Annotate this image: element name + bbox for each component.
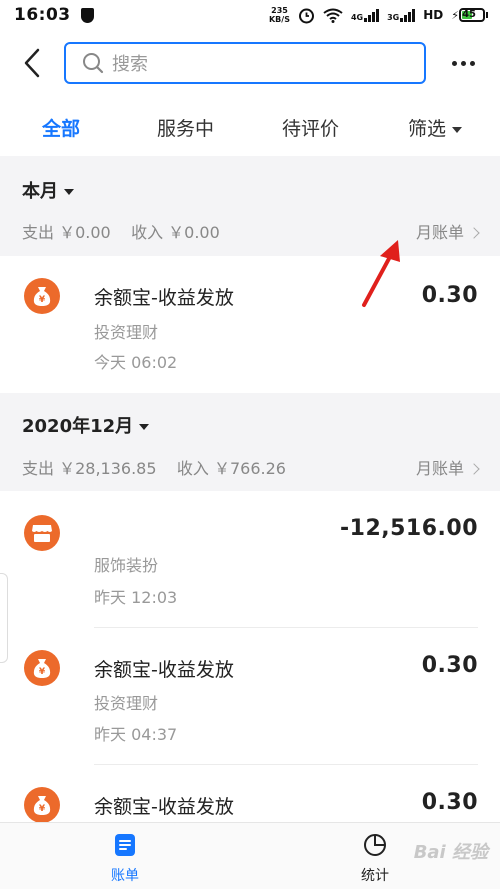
income-total: 收入 ￥0.00: [131, 223, 220, 242]
expense-total: 支出 ￥0.00: [22, 223, 111, 242]
more-menu-button[interactable]: [426, 30, 500, 96]
status-indicators: 235 KB/S 4G 3G HD ⚡ 45: [269, 6, 488, 24]
search-icon: [83, 53, 104, 74]
month-selector[interactable]: 2020年12月: [22, 412, 150, 438]
side-drawer-handle[interactable]: [0, 573, 8, 663]
status-bar: 16:03 235 KB/S 4G 3G HD ⚡ 45: [0, 0, 500, 30]
monthly-bill-label: 月账单: [415, 223, 464, 242]
search-placeholder: 搜索: [112, 54, 148, 75]
signal-3g: 3G: [387, 8, 416, 22]
watermark: Bai 经验: [413, 842, 488, 863]
more-dot-icon: [451, 60, 457, 66]
monthly-bill-label: 月账单: [415, 459, 464, 478]
svg-text:¥: ¥: [39, 667, 46, 677]
store-icon: [24, 515, 60, 551]
monthly-bill-link[interactable]: 月账单: [415, 219, 480, 243]
nav-bills[interactable]: 账单: [95, 833, 155, 885]
transaction-category: 投资理财: [94, 694, 159, 713]
back-button[interactable]: [0, 30, 64, 96]
filter-tabs: 全部 服务中 待评价 筛选: [0, 98, 500, 156]
transaction-amount: 0.30: [421, 283, 478, 308]
month-totals: 支出 ￥28,136.85 收入 ￥766.26: [22, 455, 286, 479]
status-time: 16:03: [14, 5, 71, 25]
transaction-row[interactable]: ¥ 余额宝-收益发放 投资理财 昨天 04:37 0.30: [0, 628, 500, 765]
back-arrow-icon: [24, 48, 40, 78]
transaction-title: 余额宝-收益发放: [94, 796, 234, 818]
month-section-header: 2020年12月 支出 ￥28,136.85 收入 ￥766.26 月账单: [0, 393, 500, 491]
transaction-amount: 0.30: [421, 653, 478, 678]
pie-chart-icon: [364, 834, 386, 856]
money-bag-icon: ¥: [24, 787, 60, 822]
more-dot-icon: [469, 60, 475, 66]
transaction-row[interactable]: ¥ 余额宝-收益发放 投资理财 今天 06:02 0.30: [0, 256, 500, 393]
hd-badge: HD: [423, 8, 444, 22]
signal-bars-icon: [400, 8, 416, 22]
chevron-right-icon: [468, 226, 480, 239]
nav-statistics-label: 统计: [361, 868, 389, 884]
transaction-title: 余额宝-收益发放: [94, 659, 234, 681]
transaction-amount: 0.30: [421, 790, 478, 815]
svg-text:¥: ¥: [39, 804, 46, 814]
tab-all[interactable]: 全部: [42, 114, 80, 141]
month-selector[interactable]: 本月: [22, 177, 74, 203]
transaction-time: 昨天 12:03: [94, 588, 178, 607]
alarm-icon: [298, 8, 314, 23]
caret-down-icon: [64, 189, 74, 195]
nav-statistics[interactable]: 统计: [345, 833, 405, 885]
money-bag-icon: ¥: [24, 278, 60, 314]
tab-in-service[interactable]: 服务中: [157, 114, 214, 141]
transaction-row[interactable]: 服饰装扮 昨天 12:03 -12,516.00: [0, 491, 500, 628]
signal-3g-label: 3G: [387, 12, 400, 22]
network-speed: 235 KB/S: [269, 6, 290, 24]
transaction-amount: -12,516.00: [340, 516, 478, 541]
tab-filter-label: 筛选: [408, 118, 447, 140]
transaction-time: 今天 06:02: [94, 353, 178, 372]
signal-bars-icon: [364, 8, 380, 22]
header: 搜索: [0, 30, 500, 96]
caret-down-icon: [452, 126, 463, 133]
nav-bills-label: 账单: [111, 868, 139, 884]
month-label: 本月: [22, 181, 58, 202]
battery-level: 45: [462, 9, 476, 20]
signal-4g-label: 4G: [350, 12, 364, 22]
money-bag-icon: ¥: [24, 650, 60, 686]
monthly-bill-link[interactable]: 月账单: [415, 455, 480, 479]
transaction-category: 服饰装扮: [94, 556, 159, 575]
signal-4g: 4G: [350, 8, 380, 22]
chevron-right-icon: [468, 462, 480, 475]
income-total: 收入 ￥766.26: [176, 459, 286, 478]
tab-filter[interactable]: 筛选: [408, 114, 463, 141]
expense-total: 支出 ￥28,136.85: [22, 459, 157, 478]
svg-text:¥: ¥: [39, 295, 46, 305]
month-totals: 支出 ￥0.00 收入 ￥0.00: [22, 219, 220, 243]
month-label: 2020年12月: [22, 416, 134, 437]
transaction-row[interactable]: ¥ 余额宝-收益发放 0.30: [0, 765, 500, 822]
caret-down-icon: [139, 424, 150, 430]
network-speed-unit: KB/S: [268, 15, 290, 24]
transaction-title: 余额宝-收益发放: [94, 287, 234, 309]
transaction-category: 投资理财: [94, 323, 159, 342]
bill-icon: [115, 834, 135, 856]
wifi-icon: [323, 8, 343, 23]
transaction-time: 昨天 04:37: [94, 725, 178, 744]
search-input[interactable]: 搜索: [64, 42, 426, 84]
month-section-header: 本月 支出 ￥0.00 收入 ￥0.00 月账单: [0, 156, 500, 256]
shield-icon: [80, 7, 94, 23]
more-dot-icon: [460, 60, 466, 66]
network-speed-value: 235: [271, 6, 288, 15]
tab-to-review[interactable]: 待评价: [282, 114, 339, 141]
